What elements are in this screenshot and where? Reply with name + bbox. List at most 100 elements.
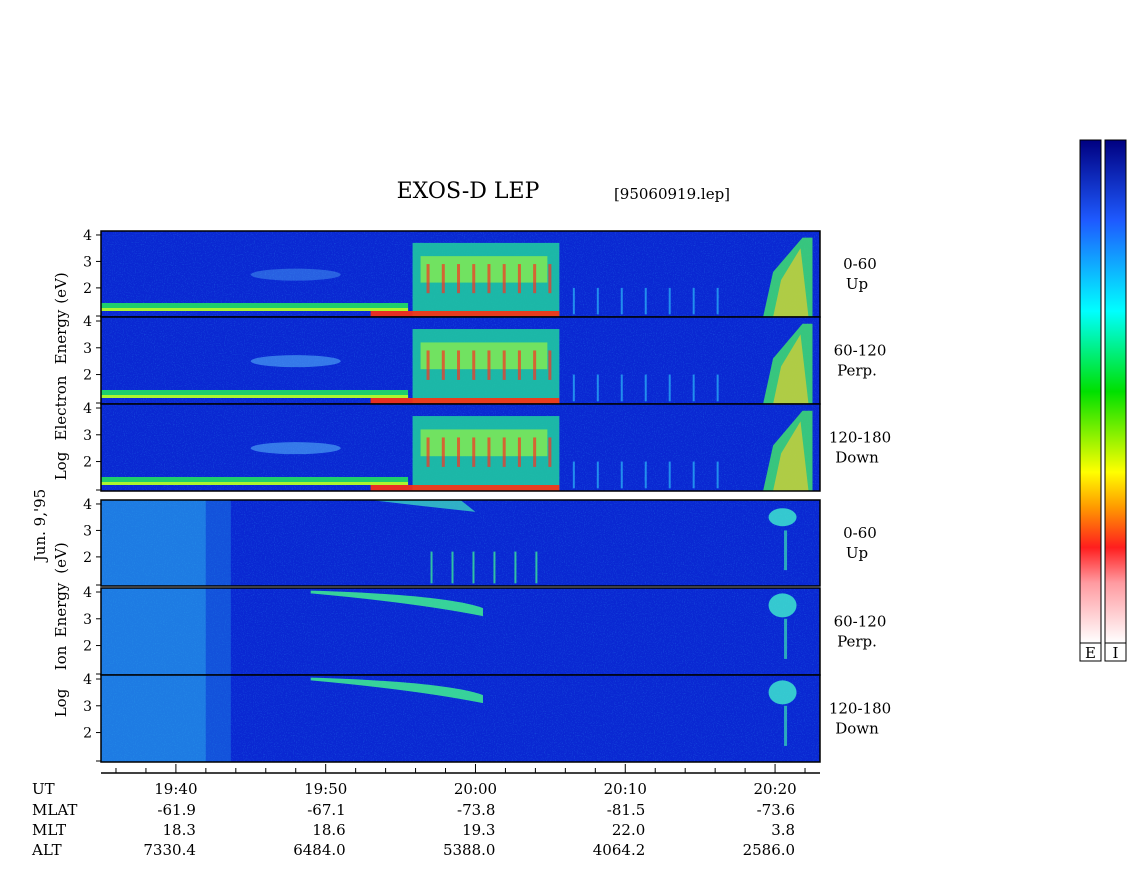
electron-burst-streak [441, 437, 445, 467]
data-filename: [95060919.lep] [614, 185, 730, 203]
ephemeris-value: 7330.4 [143, 841, 196, 859]
ephemeris-value: 19.3 [462, 821, 495, 839]
y-tick-label: 2 [83, 550, 92, 566]
ephemeris-value: 5388.0 [443, 841, 496, 859]
y-tick-label: 4 [83, 401, 92, 417]
ion-late-patch [768, 680, 797, 705]
electron-burst-streak [502, 264, 506, 294]
ephemeris-value: 20:10 [604, 780, 647, 798]
ephemeris-value: 18.6 [312, 821, 345, 839]
y-tick-label: 4 [83, 672, 92, 688]
ion-panel-1: 2 3 4 60-120 Perp. [83, 585, 886, 676]
electron-spike [572, 461, 575, 489]
electron-burst-core [420, 429, 548, 457]
ephemeris-value: -81.5 [607, 801, 645, 819]
ephemeris-row-name: MLT [32, 821, 66, 839]
ephemeris-value: 6484.0 [293, 841, 346, 859]
colorbar-label: E [1085, 644, 1096, 662]
electron-spike [644, 374, 647, 402]
electron-burst-streak [502, 437, 506, 467]
ephemeris-value: -73.8 [457, 801, 495, 819]
ephemeris-row-name: MLAT [32, 801, 77, 819]
ion-ylabel-part-log: Log [52, 688, 70, 717]
electron-spike [596, 374, 599, 402]
electron-spike [644, 287, 647, 315]
ion-hot-region [101, 588, 206, 675]
ion-panel-2: 2 3 4 120-180 Down [83, 672, 891, 763]
electron-burst-streak [472, 350, 476, 380]
y-tick-label: 4 [83, 314, 92, 330]
ion-ylabel-part-species: Ion [52, 645, 70, 670]
ephemeris-value: -73.6 [757, 801, 795, 819]
colorbar-label: I [1113, 644, 1119, 662]
electron-burst-streak [426, 437, 430, 467]
electron-spike [620, 287, 623, 315]
electron-spike [692, 374, 695, 402]
electron-burst-streak [472, 437, 476, 467]
ephemeris-value: 4064.2 [593, 841, 646, 859]
electron-burst-streak [472, 264, 476, 294]
ephemeris-row-name: ALT [31, 841, 62, 859]
ephemeris-value: 19:50 [304, 780, 347, 798]
spectrogram-figure: EXOS-D LEP [95060919.lep] Jun. 9,'95 Log… [31, 139, 1127, 859]
y-tick-label: 2 [83, 281, 92, 297]
electron-spike [668, 374, 671, 402]
electron-burst-streak [457, 264, 461, 294]
electron-ylabel-part-log: Log [52, 451, 70, 480]
electron-faint-patch [250, 355, 341, 368]
electron-panel-1: 2 3 4 60-120 Perp. [83, 314, 887, 405]
ion-hot-region [101, 500, 206, 586]
electron-low-band-core [101, 482, 409, 485]
electron-burst-streak [441, 350, 445, 380]
electron-panel-0: 2 3 4 0-60 Up [83, 228, 877, 318]
ion-spike [430, 551, 433, 584]
ephemeris-value: 18.3 [162, 821, 195, 839]
electron-spike [620, 461, 623, 489]
panel-direction-label: Up [846, 544, 868, 562]
panel-direction-label: Perp. [837, 362, 877, 380]
ion-hot-fade [205, 675, 231, 762]
electron-spike [668, 461, 671, 489]
electron-ylabel: Log Electron Energy (eV) [52, 272, 70, 480]
y-tick-label: 2 [83, 455, 92, 471]
y-tick-label: 3 [83, 428, 92, 444]
panel-angle-label: 0-60 [843, 524, 877, 542]
panel-angle-label: 60-120 [834, 342, 887, 360]
electron-ylabel-part-unit: (eV) [52, 272, 70, 303]
electron-spike [572, 374, 575, 402]
y-tick-label: 3 [83, 254, 92, 270]
electron-burst-streak [487, 437, 491, 467]
spectrogram-panels: 2 3 4 0-60 Up 2 3 4 60-120 Perp. 2 3 4 120-180 Down 2 3 4… [83, 228, 891, 763]
electron-burst-floor [370, 398, 560, 404]
electron-ylabel-part-energy: Energy [52, 309, 70, 364]
ephemeris-value: 3.8 [771, 821, 795, 839]
electron-panel-2: 2 3 4 120-180 Down [83, 401, 891, 492]
ion-hot-fade [205, 500, 231, 586]
electron-burst-streak [517, 437, 521, 467]
colorbar-E: E [1079, 139, 1102, 662]
y-tick-label: 3 [83, 699, 92, 715]
chart-title: EXOS-D LEP [397, 179, 540, 204]
electron-low-band-core [101, 308, 409, 311]
ion-spike [472, 551, 475, 584]
panel-direction-label: Up [846, 275, 868, 293]
electron-burst-streak [533, 350, 537, 380]
panel-angle-label: 120-180 [829, 700, 891, 718]
ephemeris-row-name: UT [32, 780, 55, 798]
electron-burst-streak [548, 437, 552, 467]
electron-burst-streak [517, 264, 521, 294]
electron-burst-streak [426, 350, 430, 380]
electron-spike [596, 287, 599, 315]
electron-burst-streak [533, 264, 537, 294]
time-axis [101, 764, 820, 774]
ephemeris-table: UT 19:40 19:50 20:00 20:10 20:20 MLAT -61.9 -67.… [31, 780, 797, 859]
y-tick-label: 3 [83, 612, 92, 628]
electron-burst-core [420, 256, 548, 283]
electron-spike [668, 287, 671, 315]
ion-late-streak [784, 705, 788, 746]
electron-burst-streak [487, 264, 491, 294]
ion-spike [514, 551, 517, 584]
ephemeris-value: 22.0 [612, 821, 645, 839]
electron-burst-streak [533, 437, 537, 467]
electron-spike [692, 287, 695, 315]
